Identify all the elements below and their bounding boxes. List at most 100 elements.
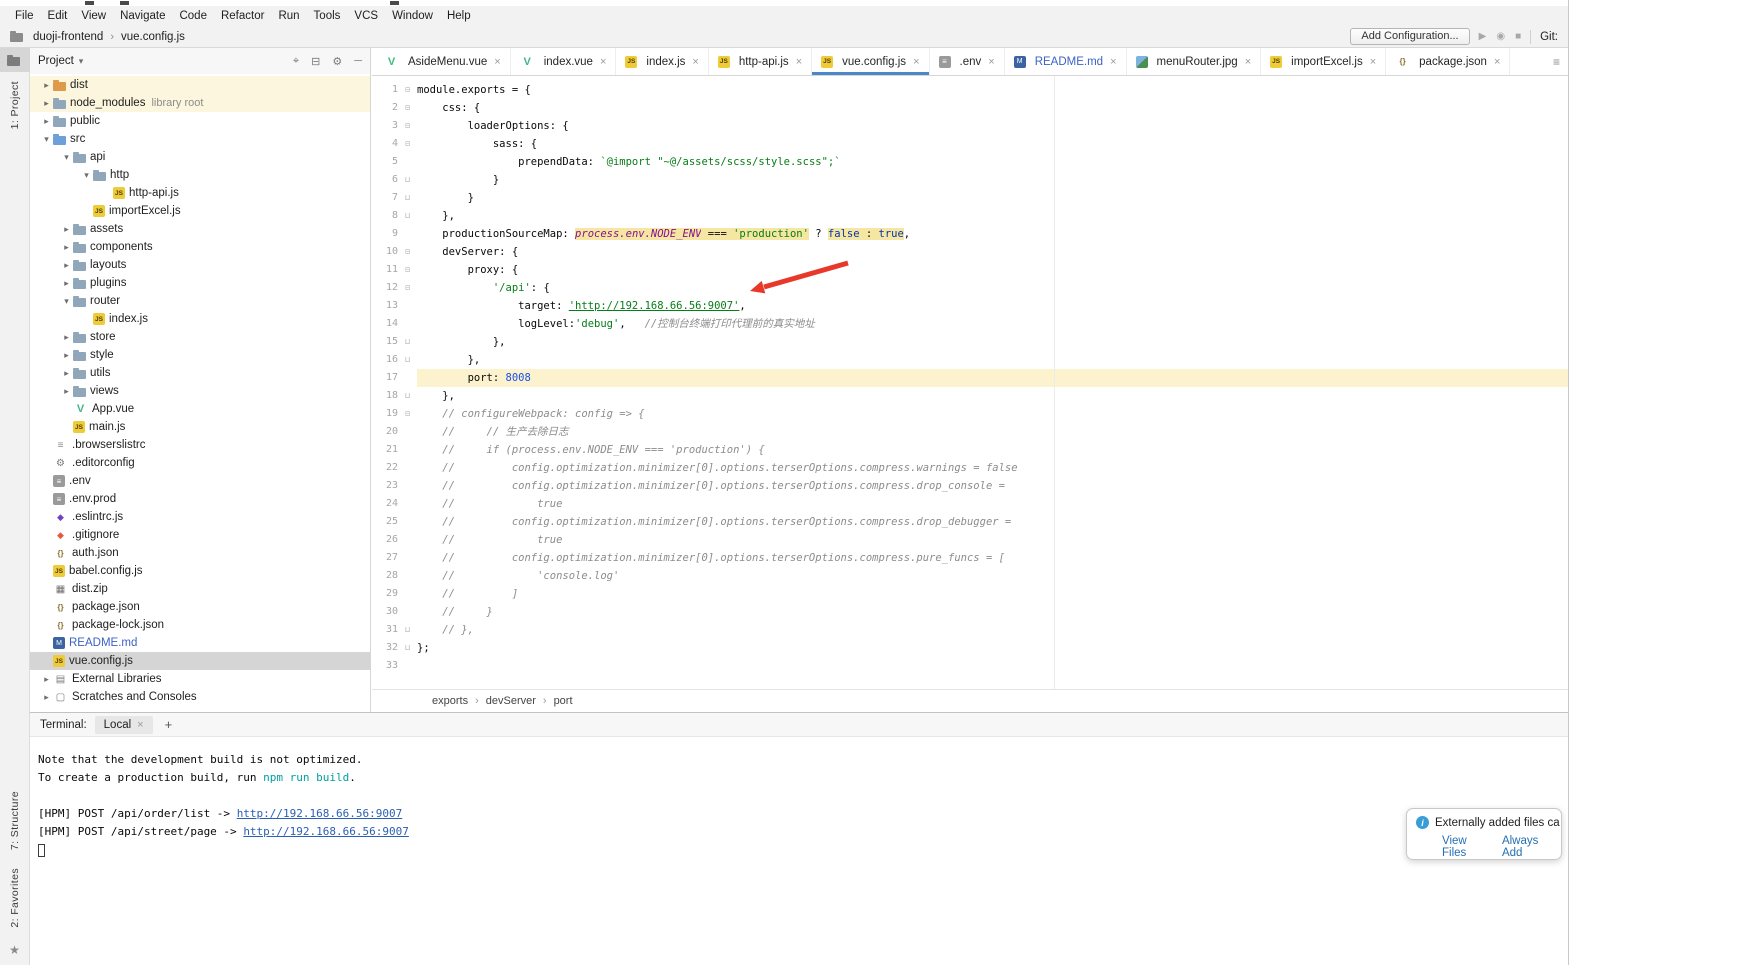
fold-marker-icon[interactable]: ⊟ [398, 117, 417, 135]
always-add-link[interactable]: Always Add [1502, 835, 1552, 859]
editor-tab-importexcel.js[interactable]: JSimportExcel.js× [1261, 48, 1386, 75]
menu-help[interactable]: Help [440, 8, 478, 24]
chevron-right-icon[interactable]: ▸ [60, 386, 73, 397]
line-number[interactable]: 15 [372, 333, 398, 351]
code-line-28[interactable]: 28 // 'console.log' [372, 567, 1568, 585]
line-number[interactable]: 28 [372, 567, 398, 585]
tree-item-src[interactable]: ▾src [30, 130, 370, 148]
tree-item-external-libraries[interactable]: ▸▤External Libraries [30, 670, 370, 688]
line-number[interactable]: 1 [372, 81, 398, 99]
code-line-27[interactable]: 27 // config.optimization.minimizer[0].o… [372, 549, 1568, 567]
code-line-25[interactable]: 25 // config.optimization.minimizer[0].o… [372, 513, 1568, 531]
tree-item-assets[interactable]: ▸assets [30, 220, 370, 238]
tree-item-api[interactable]: ▾api [30, 148, 370, 166]
menu-window[interactable]: Window [385, 8, 440, 24]
line-number[interactable]: 5 [372, 153, 398, 171]
editor-tab-readme.md[interactable]: MREADME.md× [1005, 48, 1127, 75]
chevron-right-icon[interactable]: ▸ [40, 80, 53, 91]
code-line-8[interactable]: 8⊔ }, [372, 207, 1568, 225]
code-line-17[interactable]: 17 port: 8008 [372, 369, 1568, 387]
fold-marker-icon[interactable]: ⊟ [398, 243, 417, 261]
code-line-20[interactable]: 20 // // 生产去除日志 [372, 423, 1568, 441]
run-icon[interactable]: ▶ [1479, 31, 1487, 42]
close-tab-icon[interactable]: × [600, 56, 606, 68]
tree-item-.editorconfig[interactable]: ⚙.editorconfig [30, 454, 370, 472]
chevron-down-icon[interactable]: ▾ [40, 134, 53, 145]
line-number[interactable]: 4 [372, 135, 398, 153]
breadcrumb-file[interactable]: vue.config.js [121, 31, 185, 43]
code-line-31[interactable]: 31⊔ // }, [372, 621, 1568, 639]
menu-edit[interactable]: Edit [41, 8, 75, 24]
code-line-29[interactable]: 29 // ] [372, 585, 1568, 603]
tree-item-babel.config.js[interactable]: JSbabel.config.js [30, 562, 370, 580]
tree-item-app.vue[interactable]: VApp.vue [30, 400, 370, 418]
line-number[interactable]: 25 [372, 513, 398, 531]
add-configuration-button[interactable]: Add Configuration... [1350, 28, 1469, 45]
tree-item-style[interactable]: ▸style [30, 346, 370, 364]
view-files-link[interactable]: View Files [1442, 835, 1486, 859]
line-number[interactable]: 29 [372, 585, 398, 603]
menu-tools[interactable]: Tools [307, 8, 348, 24]
close-tab-icon[interactable]: × [796, 56, 802, 68]
menu-view[interactable]: View [74, 8, 113, 24]
fold-marker-icon[interactable]: ⊟ [398, 279, 417, 297]
chevron-right-icon[interactable]: ▸ [40, 692, 53, 703]
tree-item-components[interactable]: ▸components [30, 238, 370, 256]
chevron-down-icon[interactable]: ▾ [79, 56, 84, 67]
code-line-4[interactable]: 4⊟ sass: { [372, 135, 1568, 153]
code-line-24[interactable]: 24 // true [372, 495, 1568, 513]
tree-item-router[interactable]: ▾router [30, 292, 370, 310]
editor-tab-asidemenu.vue[interactable]: VAsideMenu.vue× [375, 48, 511, 75]
line-number[interactable]: 10 [372, 243, 398, 261]
chevron-right-icon[interactable]: ▸ [60, 260, 73, 271]
line-number[interactable]: 6 [372, 171, 398, 189]
chevron-down-icon[interactable]: ▾ [80, 170, 93, 181]
menu-navigate[interactable]: Navigate [113, 8, 172, 24]
chevron-right-icon[interactable]: ▸ [60, 332, 73, 343]
line-number[interactable]: 12 [372, 279, 398, 297]
line-number[interactable]: 16 [372, 351, 398, 369]
code-line-32[interactable]: 32⊔}; [372, 639, 1568, 657]
code-line-5[interactable]: 5 prependData: `@import "~@/assets/scss/… [372, 153, 1568, 171]
line-number[interactable]: 26 [372, 531, 398, 549]
code-line-23[interactable]: 23 // config.optimization.minimizer[0].o… [372, 477, 1568, 495]
fold-marker-icon[interactable]: ⊔ [398, 387, 417, 405]
line-number[interactable]: 7 [372, 189, 398, 207]
line-number[interactable]: 9 [372, 225, 398, 243]
chevron-right-icon[interactable]: ▸ [60, 368, 73, 379]
code-line-12[interactable]: 12⊟ '/api': { [372, 279, 1568, 297]
tree-item-package.json[interactable]: {}package.json [30, 598, 370, 616]
line-number[interactable]: 23 [372, 477, 398, 495]
editor-tab-package.json[interactable]: {}package.json× [1386, 48, 1510, 75]
menu-code[interactable]: Code [172, 8, 214, 24]
fold-marker-icon[interactable]: ⊔ [398, 351, 417, 369]
tree-item-dist[interactable]: ▸dist [30, 76, 370, 94]
project-panel-title[interactable]: Project [38, 55, 74, 67]
code-line-13[interactable]: 13 target: 'http://192.168.66.56:9007', [372, 297, 1568, 315]
close-tab-icon[interactable]: × [1494, 56, 1500, 68]
tree-item-layouts[interactable]: ▸layouts [30, 256, 370, 274]
line-number[interactable]: 33 [372, 657, 398, 675]
tree-item-dist.zip[interactable]: ▦dist.zip [30, 580, 370, 598]
line-number[interactable]: 8 [372, 207, 398, 225]
tree-item-.eslintrc.js[interactable]: ◆.eslintrc.js [30, 508, 370, 526]
menu-file[interactable]: File [8, 8, 41, 24]
code-editor[interactable]: 1⊟module.exports = {2⊟ css: {3⊟ loaderOp… [372, 76, 1568, 689]
terminal-link[interactable]: http://192.168.66.56:9007 [243, 825, 409, 838]
close-tab-icon[interactable]: × [692, 56, 698, 68]
stop-icon[interactable]: ■ [1515, 31, 1521, 42]
tree-item-http[interactable]: ▾http [30, 166, 370, 184]
code-line-1[interactable]: 1⊟module.exports = { [372, 81, 1568, 99]
hide-panel-icon[interactable]: ─ [354, 55, 362, 68]
code-line-6[interactable]: 6⊔ } [372, 171, 1568, 189]
tree-item-http-api.js[interactable]: JShttp-api.js [30, 184, 370, 202]
fold-marker-icon[interactable]: ⊟ [398, 81, 417, 99]
fold-marker-icon[interactable]: ⊟ [398, 99, 417, 117]
chevron-right-icon[interactable]: ▸ [60, 350, 73, 361]
fold-marker-icon[interactable]: ⊔ [398, 621, 417, 639]
tree-item-.browserslistrc[interactable]: ≡.browserslistrc [30, 436, 370, 454]
fold-marker-icon[interactable]: ⊟ [398, 405, 417, 423]
chevron-right-icon[interactable]: ▸ [60, 278, 73, 289]
terminal-tab-local[interactable]: Local × [95, 716, 153, 734]
editor-tab-http-api.js[interactable]: JShttp-api.js× [709, 48, 812, 75]
